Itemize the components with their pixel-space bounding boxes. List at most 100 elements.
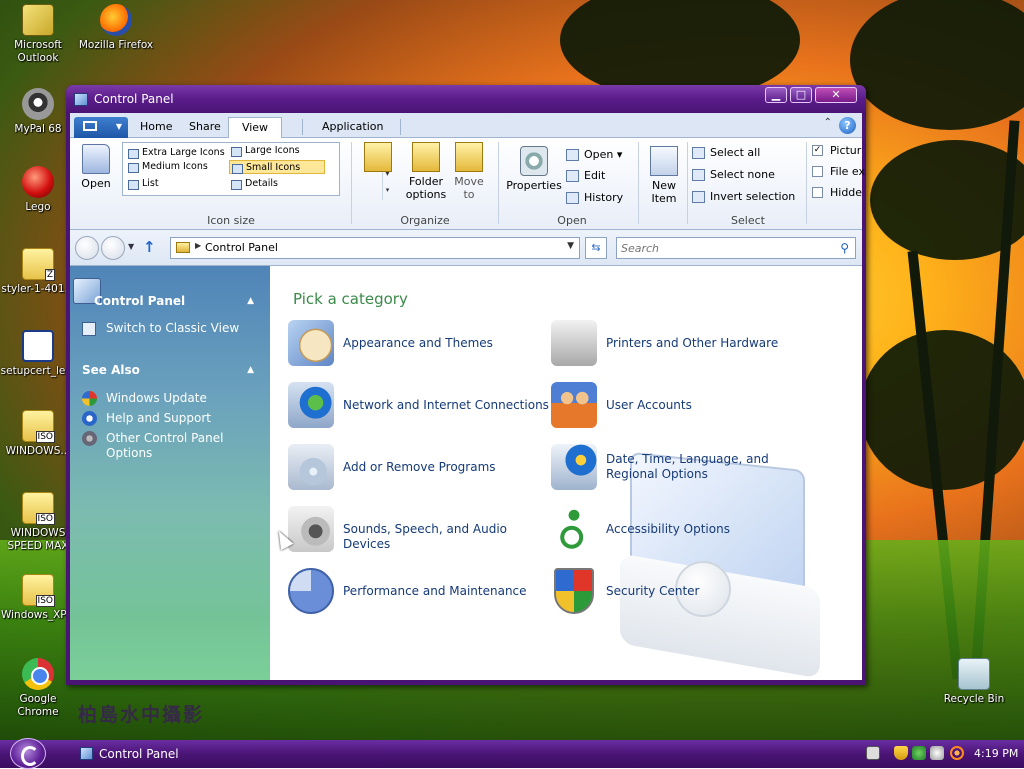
open-dropdown-button[interactable]: Open ▾: [566, 147, 622, 163]
task-pane-header-see-also[interactable]: See Also: [82, 363, 140, 377]
category-performance-maintenance[interactable]: Performance and Maintenance: [288, 568, 548, 616]
desktop-icon-windows-iso[interactable]: ISO WINDOWS...: [0, 410, 76, 458]
desktop-icon-styler[interactable]: Z styler-1-401...: [0, 248, 76, 296]
category-accessibility[interactable]: Accessibility Options: [551, 506, 811, 554]
desktop-icon-label: Google Chrome: [17, 693, 59, 718]
category-label[interactable]: Printers and Other Hardware: [606, 336, 816, 351]
desktop-icon-speed-max[interactable]: ISO WINDOWS SPEED MAX: [0, 492, 76, 553]
desktop-icon-chrome[interactable]: Google Chrome: [0, 658, 76, 719]
palm-silhouette: [850, 0, 1024, 130]
search-icon[interactable]: [950, 746, 964, 760]
desktop-icon-outlook[interactable]: Microsoft Outlook: [0, 4, 76, 65]
properties-button[interactable]: Properties: [506, 146, 562, 192]
hidden-items-checkbox[interactable]: Hidde: [812, 185, 862, 201]
select-none-button[interactable]: Select none: [692, 167, 775, 183]
move-to-button[interactable]: Move to: [451, 142, 487, 201]
tab-file-menu[interactable]: ▼: [74, 117, 128, 138]
desktop-icon-firefox[interactable]: Mozilla Firefox: [78, 4, 154, 52]
back-button[interactable]: [75, 236, 99, 260]
help-support-link[interactable]: Help and Support: [106, 411, 264, 426]
maximize-button[interactable]: □: [790, 87, 812, 103]
chevron-down-icon: ▼: [115, 122, 122, 131]
open-small-icon: [566, 149, 579, 161]
tab-share[interactable]: Share: [180, 117, 230, 138]
category-label[interactable]: Add or Remove Programs: [343, 460, 553, 475]
address-path[interactable]: Control Panel: [205, 241, 278, 254]
security-shield-icon[interactable]: [894, 746, 908, 760]
category-date-time-language[interactable]: Date, Time, Language, and Regional Optio…: [551, 444, 811, 492]
tab-application[interactable]: Application: [313, 117, 392, 138]
category-label[interactable]: Sounds, Speech, and Audio Devices: [343, 522, 553, 552]
invert-selection-button[interactable]: Invert selection: [692, 189, 795, 205]
category-label[interactable]: User Accounts: [606, 398, 816, 413]
category-network-internet[interactable]: Network and Internet Connections: [288, 382, 549, 430]
desktop-icon-recycle-bin[interactable]: Recycle Bin: [936, 658, 1012, 706]
breadcrumb-arrow-icon[interactable]: ▶: [195, 241, 201, 250]
icon-size-details[interactable]: Details: [229, 177, 278, 191]
history-icon: [566, 192, 579, 204]
category-label[interactable]: Performance and Maintenance: [343, 584, 553, 599]
recent-locations-dropdown[interactable]: ▼: [128, 242, 134, 251]
tab-home[interactable]: Home: [131, 117, 181, 138]
category-sounds-audio[interactable]: Sounds, Speech, and Audio Devices: [288, 506, 548, 554]
category-appearance-themes[interactable]: Appearance and Themes: [288, 320, 548, 368]
chevron-up-icon[interactable]: ▲: [247, 365, 254, 375]
open-pane-button[interactable]: Open: [76, 144, 116, 190]
icon-size-small-selected[interactable]: Small Icons: [229, 160, 325, 174]
category-user-accounts[interactable]: User Accounts: [551, 382, 811, 430]
category-security-center[interactable]: Security Center: [551, 568, 811, 616]
forward-button[interactable]: [101, 236, 125, 260]
switch-classic-view-link[interactable]: Switch to Classic View: [106, 321, 264, 336]
category-label[interactable]: Accessibility Options: [606, 522, 816, 537]
folder-options-button[interactable]: Folder options: [403, 142, 449, 201]
category-label[interactable]: Security Center: [606, 584, 816, 599]
category-label[interactable]: Appearance and Themes: [343, 336, 553, 351]
category-label[interactable]: Network and Internet Connections: [343, 398, 553, 413]
file-extensions-checkbox[interactable]: File ex: [812, 164, 865, 180]
minimize-button[interactable]: ▁: [765, 87, 787, 103]
taskbar-button-control-panel[interactable]: Control Panel: [74, 743, 234, 765]
chevron-down-icon[interactable]: ▼: [567, 241, 574, 251]
desktop-icon-lego[interactable]: Lego: [0, 166, 76, 214]
task-pane-header-control-panel[interactable]: Control Panel: [94, 294, 185, 308]
select-all-button[interactable]: Select all: [692, 145, 760, 161]
category-label[interactable]: Date, Time, Language, and Regional Optio…: [606, 452, 816, 482]
category-printers-hardware[interactable]: Printers and Other Hardware: [551, 320, 811, 368]
desktop-icon-setupcert[interactable]: setupcert_le...: [0, 330, 76, 378]
windows-update-link[interactable]: Windows Update: [106, 391, 264, 406]
group-label-organize: Organize: [400, 214, 450, 227]
icon-size-extra-large[interactable]: Extra Large Icons: [126, 146, 225, 160]
search-input[interactable]: [621, 240, 821, 256]
window-titlebar[interactable]: Control Panel ▁ □ ✕: [66, 85, 866, 113]
help-icon[interactable]: ?: [839, 117, 856, 134]
icon-size-list[interactable]: List: [126, 177, 159, 191]
history-button[interactable]: History: [566, 190, 623, 206]
start-button[interactable]: [10, 738, 46, 769]
keyboard-icon[interactable]: [866, 746, 880, 760]
volume-icon[interactable]: [930, 746, 944, 760]
outlook-icon: [22, 4, 54, 36]
refresh-button[interactable]: ⇆: [585, 237, 607, 259]
clock[interactable]: 4:19 PM: [974, 747, 1018, 760]
network-icon[interactable]: [912, 746, 926, 760]
category-add-remove-programs[interactable]: Add or Remove Programs: [288, 444, 548, 492]
security-shield-icon: [554, 568, 594, 614]
edit-button[interactable]: Edit: [566, 168, 605, 184]
icon-size-medium[interactable]: Medium Icons: [126, 160, 208, 174]
desktop-icon-mypal[interactable]: MyPal 68: [0, 88, 76, 136]
icon-size-large[interactable]: Large Icons: [229, 144, 300, 158]
tab-view[interactable]: View: [228, 117, 282, 139]
ribbon-collapse-icon[interactable]: ⌃: [824, 117, 832, 128]
up-arrow-icon[interactable]: ↑: [143, 238, 156, 256]
close-button[interactable]: ✕: [815, 87, 857, 103]
new-folder-button[interactable]: [360, 142, 396, 175]
other-options-link[interactable]: Other Control Panel Options: [106, 431, 264, 461]
desktop-icon-windows-xp[interactable]: ISO Windows_XP...: [0, 574, 76, 622]
search-icon[interactable]: ⚲: [840, 241, 849, 255]
search-box[interactable]: ⚲: [616, 237, 856, 259]
picture-checkbox[interactable]: ✓ Pictur: [812, 143, 861, 159]
chevron-up-icon[interactable]: ▲: [247, 296, 254, 306]
new-item-button[interactable]: New Item: [643, 146, 685, 205]
checkbox-checked-icon: ✓: [812, 145, 823, 156]
address-box[interactable]: ▶ Control Panel ▼: [170, 237, 580, 259]
